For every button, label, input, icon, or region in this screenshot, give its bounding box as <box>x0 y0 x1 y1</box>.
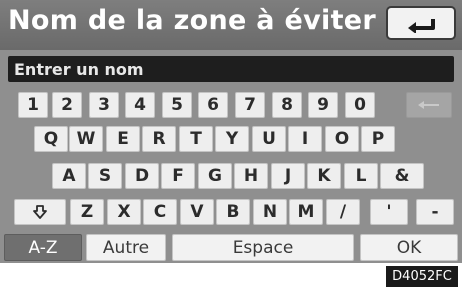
key-apostrophe[interactable]: ' <box>370 199 408 225</box>
other-mode-button[interactable]: Autre <box>86 234 166 261</box>
key-f[interactable]: F <box>161 163 195 189</box>
key-9[interactable]: 9 <box>308 92 338 118</box>
key-ampersand[interactable]: & <box>380 163 424 189</box>
title-bar: Nom de la zone à éviter <box>0 0 462 50</box>
space-button[interactable]: Espace <box>172 234 354 261</box>
key-7[interactable]: 7 <box>235 92 265 118</box>
key-slash[interactable]: / <box>326 199 360 225</box>
key-j[interactable]: J <box>271 163 305 189</box>
key-5[interactable]: 5 <box>162 92 192 118</box>
key-v[interactable]: V <box>180 199 214 225</box>
key-o[interactable]: O <box>325 126 359 152</box>
key-z[interactable]: Z <box>70 199 104 225</box>
key-n[interactable]: N <box>253 199 287 225</box>
key-2[interactable]: 2 <box>52 92 82 118</box>
key-k[interactable]: K <box>307 163 341 189</box>
key-w[interactable]: W <box>69 126 103 152</box>
key-6[interactable]: 6 <box>198 92 228 118</box>
key-p[interactable]: P <box>361 126 395 152</box>
key-q[interactable]: Q <box>34 126 68 152</box>
key-m[interactable]: M <box>289 199 323 225</box>
back-button[interactable] <box>386 6 456 40</box>
name-input-placeholder: Entrer un nom <box>14 59 144 79</box>
shift-arrow-icon <box>33 205 47 219</box>
key-b[interactable]: B <box>216 199 250 225</box>
name-input[interactable]: Entrer un nom <box>8 56 454 82</box>
key-c[interactable]: C <box>143 199 177 225</box>
figure-code-label: D4052FC <box>386 266 458 287</box>
key-t[interactable]: T <box>179 126 213 152</box>
key-8[interactable]: 8 <box>272 92 302 118</box>
key-1[interactable]: 1 <box>18 92 48 118</box>
key-s[interactable]: S <box>88 163 122 189</box>
key-e[interactable]: E <box>106 126 140 152</box>
key-y[interactable]: Y <box>215 126 249 152</box>
key-x[interactable]: X <box>107 199 141 225</box>
key-hyphen[interactable]: - <box>416 199 454 225</box>
key-d[interactable]: D <box>125 163 159 189</box>
ok-button[interactable]: OK <box>360 234 458 261</box>
back-arrow-icon <box>408 19 435 33</box>
key-h[interactable]: H <box>234 163 268 189</box>
key-g[interactable]: G <box>198 163 232 189</box>
key-3[interactable]: 3 <box>89 92 119 118</box>
key-0[interactable]: 0 <box>345 92 375 118</box>
key-r[interactable]: R <box>142 126 176 152</box>
key-i[interactable]: I <box>288 126 322 152</box>
keyboard-screen: Nom de la zone à éviter Entrer un nom 1 … <box>0 0 462 263</box>
az-mode-button[interactable]: A-Z <box>4 234 82 261</box>
delete-arrow-icon <box>418 101 439 109</box>
delete-key[interactable] <box>406 92 452 118</box>
shift-key[interactable] <box>14 199 66 225</box>
key-u[interactable]: U <box>252 126 286 152</box>
key-4[interactable]: 4 <box>125 92 155 118</box>
page-title: Nom de la zone à éviter <box>8 5 377 36</box>
key-l[interactable]: L <box>344 163 378 189</box>
key-a[interactable]: A <box>52 163 86 189</box>
